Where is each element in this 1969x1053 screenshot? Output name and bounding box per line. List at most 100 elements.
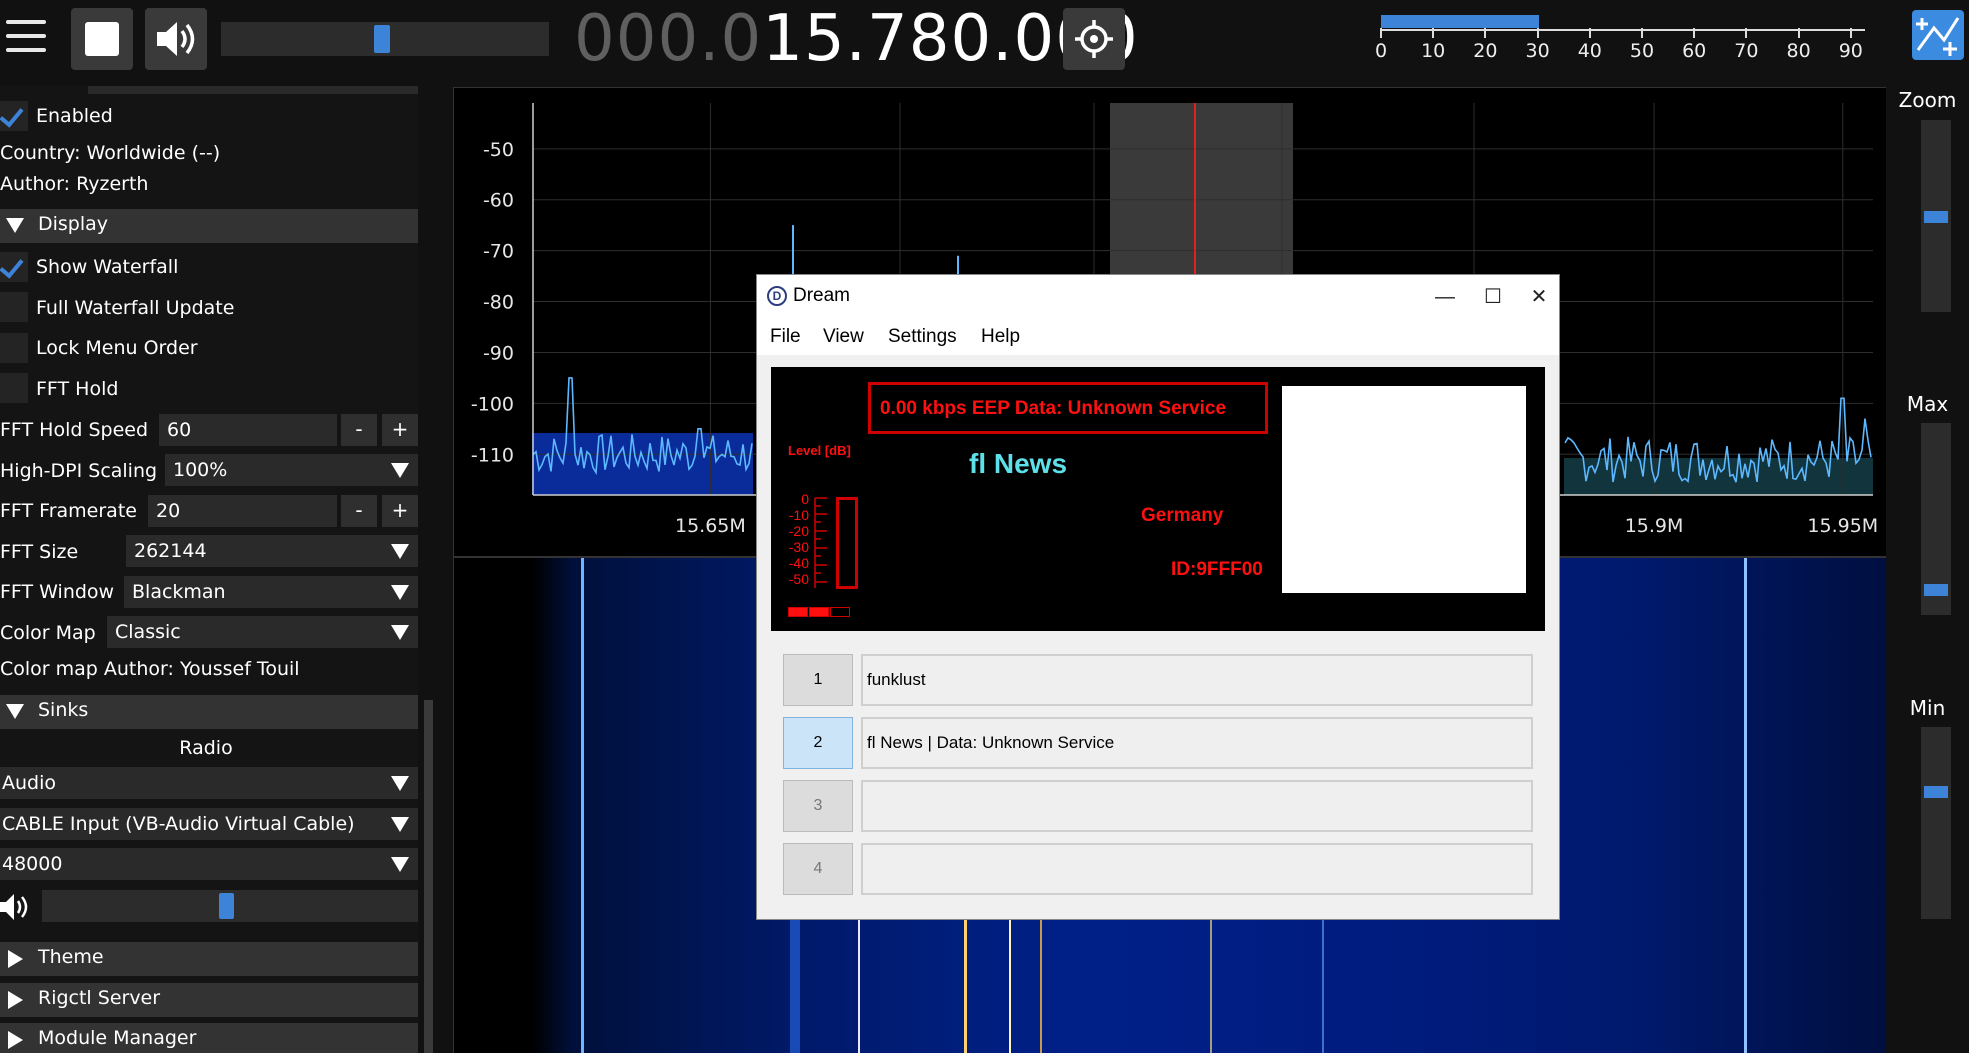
chevron-down-icon	[391, 776, 409, 791]
fft-hold-speed-minus-button[interactable]: -	[341, 414, 377, 446]
level-scale-label: 0	[801, 491, 809, 507]
waterfall-signal-trace	[581, 558, 584, 1053]
sink-speaker-icon[interactable]	[0, 890, 30, 924]
service-button-3[interactable]: 3	[783, 780, 853, 832]
fft-framerate-input[interactable]: 20	[148, 495, 337, 527]
add-window-icon[interactable]	[1912, 10, 1964, 60]
snr-scale-label: 40	[1577, 40, 1602, 62]
min-slider[interactable]	[1921, 727, 1951, 919]
dream-window-title: Dream	[793, 285, 851, 306]
color-map-dropdown[interactable]: Classic	[107, 616, 418, 648]
menu-settings[interactable]: Settings	[888, 326, 957, 348]
tune-button[interactable]	[1063, 8, 1125, 70]
snr-scale-label: 90	[1838, 40, 1863, 62]
display-section-title: Display	[38, 213, 109, 235]
max-slider-knob[interactable]	[1924, 584, 1948, 596]
rigctl-section-header[interactable]: Rigctl Server	[0, 983, 418, 1017]
sink-volume-slider-knob[interactable]	[219, 893, 234, 919]
full-waterfall-checkbox[interactable]	[0, 292, 28, 322]
fft-window-dropdown[interactable]: Blackman	[124, 576, 418, 608]
maximize-icon[interactable]: ☐	[1471, 281, 1515, 313]
fft-framerate-plus-button[interactable]: +	[382, 495, 418, 527]
theme-section-header[interactable]: Theme	[0, 942, 418, 976]
mute-button[interactable]	[145, 8, 207, 70]
zoom-label: Zoom	[1898, 88, 1957, 112]
lock-menu-label: Lock Menu Order	[36, 337, 198, 359]
snr-scale-tick	[1849, 28, 1852, 38]
show-waterfall-checkbox[interactable]	[0, 252, 28, 282]
x-tick-label: 15.95M	[1807, 515, 1878, 537]
volume-slider-knob[interactable]	[374, 25, 390, 53]
menu-view[interactable]: View	[823, 326, 864, 348]
chevron-down-icon	[391, 625, 409, 640]
level-meter-title: Level [dB]	[788, 443, 851, 458]
sinks-section-title: Sinks	[38, 699, 89, 721]
snr-scale-tick	[1693, 28, 1696, 38]
sink-type-dropdown[interactable]: Audio	[0, 767, 418, 799]
color-map-author-text: Color map Author: Youssef Touil	[0, 658, 300, 680]
lock-menu-checkbox[interactable]	[0, 333, 28, 363]
snr-scale-label: 80	[1786, 40, 1811, 62]
display-section-header[interactable]: Display	[0, 209, 418, 243]
hamburger-icon[interactable]	[0, 14, 55, 62]
stop-button[interactable]	[71, 8, 133, 70]
stop-icon	[85, 22, 119, 56]
fft-hold-speed-input[interactable]: 60	[159, 414, 337, 446]
frequency-display[interactable]: 000.015.780.000	[574, 2, 1139, 76]
snr-scale-tick	[1380, 28, 1382, 38]
enabled-checkbox[interactable]	[0, 101, 28, 131]
snr-scale-label: 60	[1682, 40, 1707, 62]
close-icon[interactable]: ✕	[1517, 281, 1561, 313]
module-manager-section-header[interactable]: Module Manager	[0, 1023, 418, 1053]
sink-device-dropdown[interactable]: CABLE Input (VB-Audio Virtual Cable)	[0, 808, 418, 840]
service-button-2[interactable]: 2	[783, 717, 853, 769]
rigctl-section-title: Rigctl Server	[38, 987, 161, 1009]
high-dpi-dropdown[interactable]: 100%	[165, 454, 418, 486]
fft-hold-speed-plus-button[interactable]: +	[382, 414, 418, 446]
fft-hold-label: FFT Hold	[36, 378, 119, 400]
service-label-2: fl News | Data: Unknown Service	[861, 717, 1533, 769]
radio-sink-label: Radio	[179, 737, 233, 759]
dream-window: D Dream — ☐ ✕ File View Settings Help Le…	[756, 274, 1560, 920]
snr-scale-tick	[1536, 28, 1539, 38]
service-label-3	[861, 780, 1533, 832]
fft-size-dropdown[interactable]: 262144	[126, 535, 418, 567]
sink-rate-dropdown[interactable]: 48000	[0, 848, 418, 880]
min-label: Min	[1909, 696, 1946, 720]
fft-framerate-minus-button[interactable]: -	[341, 495, 377, 527]
service-button-1[interactable]: 1	[783, 654, 853, 706]
frequency-dim-digits[interactable]: 000.0	[574, 2, 762, 76]
module-manager-section-title: Module Manager	[38, 1027, 197, 1049]
menu-file[interactable]: File	[770, 326, 801, 348]
country-text: Country: Worldwide (--)	[0, 142, 221, 164]
status-led-on	[788, 607, 808, 617]
expand-triangle-icon	[8, 991, 23, 1009]
collapse-triangle-icon	[6, 218, 24, 233]
vfo-band-left	[532, 433, 753, 495]
service-image-area	[1282, 386, 1526, 593]
panel-scrollbar[interactable]	[424, 700, 433, 1053]
bitrate-status-box: 0.00 kbps EEP Data: Unknown Service	[868, 382, 1268, 434]
color-map-label: Color Map	[0, 622, 96, 644]
full-waterfall-label: Full Waterfall Update	[36, 297, 235, 319]
status-led-on	[809, 607, 829, 617]
fft-hold-checkbox[interactable]	[0, 373, 28, 403]
service-name-label: fl News	[969, 448, 1068, 479]
snr-scale-tick	[1432, 28, 1435, 38]
zoom-slider-knob[interactable]	[1924, 211, 1948, 223]
dream-titlebar[interactable]: D Dream — ☐ ✕	[757, 275, 1559, 319]
minimize-icon[interactable]: —	[1423, 281, 1467, 313]
y-tick-label: -70	[483, 241, 514, 263]
theme-section-title: Theme	[38, 946, 104, 968]
expand-triangle-icon	[8, 1031, 23, 1049]
menu-help[interactable]: Help	[981, 326, 1020, 348]
snr-scale-tick	[1484, 28, 1487, 38]
y-tick-label: -110	[471, 444, 514, 466]
crosshair-icon	[1075, 20, 1113, 58]
sinks-section-header[interactable]: Sinks	[0, 695, 418, 729]
service-button-4[interactable]: 4	[783, 843, 853, 895]
fft-framerate-label: FFT Framerate	[0, 500, 137, 522]
service-id-label: ID:9FFF00	[1171, 559, 1263, 580]
min-slider-knob[interactable]	[1924, 786, 1948, 798]
speaker-icon	[157, 22, 195, 56]
